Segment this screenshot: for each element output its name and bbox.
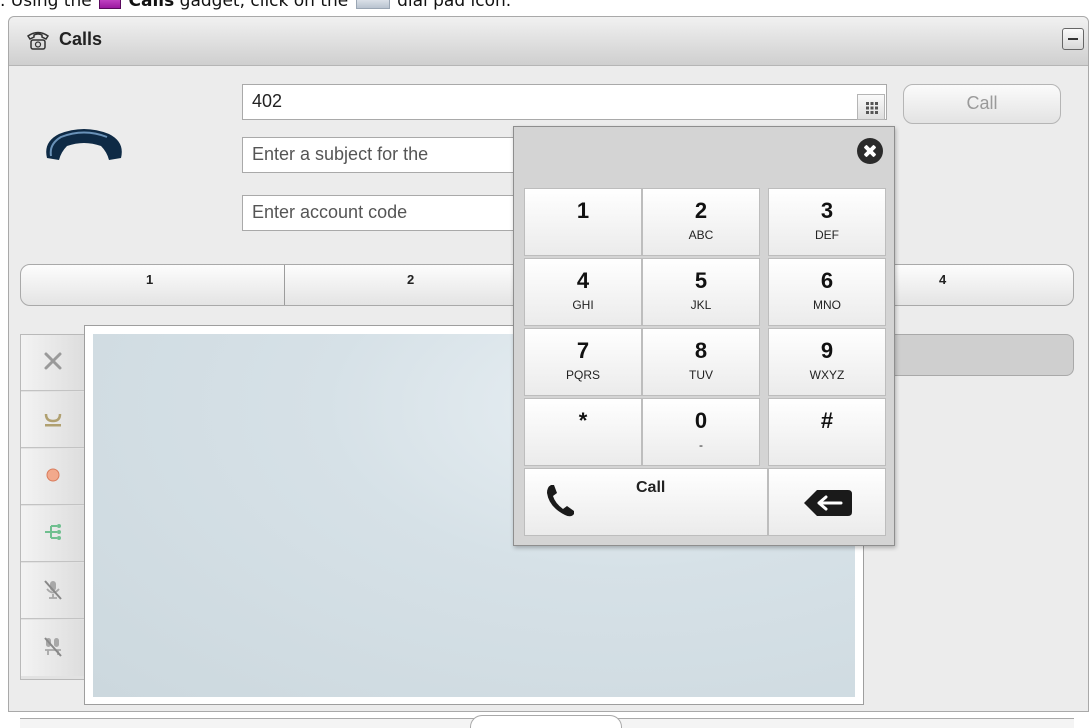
tab-label: 2 (407, 272, 415, 287)
tab-label: 4 (939, 272, 947, 287)
dialpad-key-6[interactable]: 6 MNO (768, 258, 886, 326)
dialpad-key-7[interactable]: 7 PQRS (524, 328, 642, 396)
dialpad-call-button[interactable]: Call (524, 468, 768, 536)
key-letters: PQRS (565, 368, 600, 382)
number-input[interactable]: 402 (242, 84, 887, 120)
dialpad-key-hash[interactable]: # (768, 398, 886, 466)
close-icon[interactable] (857, 138, 883, 164)
instruction-text: . Using the Calls gadget, click on the d… (0, 0, 511, 15)
instruction-middle: gadget, click on the (179, 0, 349, 11)
subject-input[interactable]: Enter a subject for the (242, 137, 514, 173)
key-letters: TUV (689, 368, 713, 382)
dialpad-call-label: Call (636, 479, 666, 496)
key-letters: JKL (690, 298, 712, 312)
call-actions-toolbar (20, 334, 86, 680)
drop-call-icon[interactable] (21, 335, 85, 391)
key-digit: # (820, 408, 834, 433)
key-letters: GHI (572, 298, 594, 312)
dialpad-key-5[interactable]: 5 JKL (642, 258, 760, 326)
gadget-header: Calls (9, 17, 1088, 66)
hold-call-icon[interactable] (21, 392, 85, 448)
mute-icon[interactable] (21, 563, 85, 619)
key-digit: 3 (820, 198, 834, 223)
dialpad-icon[interactable] (857, 94, 885, 120)
backspace-icon (804, 490, 852, 516)
dialpad-key-2[interactable]: 2 ABC (642, 188, 760, 256)
instruction-suffix: dial pad icon. (397, 0, 512, 11)
key-letters: - (699, 438, 703, 452)
instruction-prefix: . Using the (0, 0, 92, 11)
instruction-gadget-name: Calls (128, 0, 175, 11)
key-digit: 4 (576, 268, 590, 293)
record-icon[interactable] (21, 449, 85, 505)
dialpad-key-8[interactable]: 8 TUV (642, 328, 760, 396)
key-digit: * (578, 408, 588, 433)
dial-pad-icon-sample (355, 0, 390, 9)
key-letters: ABC (688, 228, 714, 242)
key-digit: 9 (820, 338, 834, 363)
account-code-input[interactable]: Enter account code (242, 195, 514, 231)
key-digit: 2 (694, 198, 708, 223)
handset-icon (39, 122, 129, 170)
resize-handle[interactable] (470, 715, 622, 728)
dialpad-key-3[interactable]: 3 DEF (768, 188, 886, 256)
key-digit: 1 (576, 198, 590, 223)
tab-1[interactable]: 1 (21, 265, 283, 305)
key-digit: 0 (694, 408, 708, 433)
dialpad-key-4[interactable]: 4 GHI (524, 258, 642, 326)
calls-gadget-icon (99, 0, 122, 9)
conference-icon[interactable] (21, 620, 85, 676)
telephone-icon (25, 29, 51, 51)
tab-label: 1 (146, 272, 154, 287)
key-letters: MNO (813, 298, 841, 312)
tab-2[interactable]: 2 (285, 265, 545, 305)
call-button[interactable]: Call (903, 84, 1061, 124)
transfer-icon[interactable] (21, 506, 85, 562)
key-letters: DEF (815, 228, 839, 242)
gadget-title: Calls (59, 29, 103, 49)
key-digit: 6 (820, 268, 834, 293)
call-status-bar (884, 334, 1074, 376)
key-digit: 5 (694, 268, 708, 293)
key-digit: 7 (576, 338, 590, 363)
backspace-button[interactable] (768, 468, 886, 536)
dialpad-key-1[interactable]: 1 (524, 188, 642, 256)
dialpad-key-9[interactable]: 9 WXYZ (768, 328, 886, 396)
dialpad-key-0[interactable]: 0 - (642, 398, 760, 466)
dialpad-popup: 1 2 ABC 3 DEF 4 GHI 5 JKL 6 MNO 7 PQRS 8… (513, 126, 895, 546)
phone-icon (547, 485, 574, 517)
key-letters: WXYZ (809, 368, 845, 382)
dialpad-key-star[interactable]: * (524, 398, 642, 466)
key-digit: 8 (694, 338, 708, 363)
minimize-icon[interactable] (1062, 28, 1084, 50)
